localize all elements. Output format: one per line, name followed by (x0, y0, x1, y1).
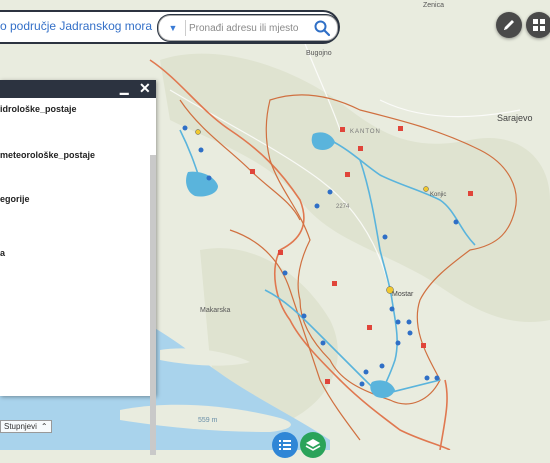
map-label-peak: 559 m (198, 417, 218, 424)
map-label-mostar: Mostar (392, 291, 414, 298)
station-marker-blue[interactable] (206, 175, 212, 181)
coordinate-status[interactable]: Stupnjevi ⌃ (0, 420, 52, 433)
layer-item[interactable]: a (0, 248, 5, 258)
layer-list-panel: ▁ ✕ idrološke_postaje meteorološke_posta… (0, 80, 156, 455)
map-label-sarajevo: Sarajevo (497, 113, 533, 123)
map-label-area: KANTON (350, 129, 381, 135)
station-marker-red[interactable] (345, 172, 350, 177)
search-separator (185, 20, 186, 36)
station-marker-red[interactable] (398, 126, 403, 131)
station-marker-blue[interactable] (453, 219, 459, 225)
station-marker-blue[interactable] (327, 189, 333, 195)
layers-icon (305, 439, 321, 451)
header-inner: o područje Jadranskog mora ▼ (0, 12, 338, 42)
station-marker-blue[interactable] (434, 375, 440, 381)
station-marker-blue[interactable] (198, 147, 204, 153)
station-marker-blue[interactable] (320, 340, 326, 346)
header-bar: o područje Jadranskog mora ▼ (0, 10, 340, 44)
station-marker-blue[interactable] (359, 381, 365, 387)
station-marker-blue[interactable] (407, 330, 413, 336)
map-label-konjic: Konjic (430, 192, 446, 198)
chevron-down-icon[interactable]: ▼ (163, 21, 183, 35)
apps-button[interactable] (526, 12, 550, 38)
station-marker-red[interactable] (340, 127, 345, 132)
station-marker-blue[interactable] (301, 313, 307, 319)
station-marker-yellow[interactable] (423, 186, 429, 192)
app-title: o područje Jadranskog mora (0, 19, 153, 33)
station-marker-blue[interactable] (389, 306, 395, 312)
station-marker-yellow[interactable] (195, 129, 201, 135)
station-marker-red[interactable] (421, 343, 426, 348)
search-input[interactable] (189, 20, 309, 36)
station-marker-blue[interactable] (395, 340, 401, 346)
station-marker-blue[interactable] (314, 203, 320, 209)
layer-item[interactable]: egorije (0, 194, 30, 204)
pencil-icon (504, 20, 514, 30)
map-label-elevation: 2274 (336, 204, 350, 210)
panel-scrollbar[interactable] (150, 155, 156, 455)
search-box[interactable]: ▼ (158, 15, 338, 41)
layers-button[interactable] (300, 432, 326, 458)
layer-item[interactable]: meteorološke_postaje (0, 150, 95, 160)
station-marker-blue[interactable] (382, 234, 388, 240)
station-marker-red[interactable] (332, 281, 337, 286)
minimize-icon[interactable]: ▁ (120, 82, 128, 95)
station-marker-blue[interactable] (182, 125, 188, 131)
list-icon (279, 440, 291, 450)
grid-icon (533, 19, 545, 31)
station-marker-red[interactable] (358, 146, 363, 151)
map-label-makarska: Makarska (200, 307, 230, 314)
panel-header: ▁ ✕ (0, 80, 156, 98)
map-label-bugojno: Bugojno (306, 50, 332, 57)
close-icon[interactable]: ✕ (139, 80, 151, 97)
legend-button[interactable] (272, 432, 298, 458)
station-marker-blue[interactable] (379, 363, 385, 369)
layer-item[interactable]: idrološke_postaje (0, 104, 77, 114)
station-marker-red[interactable] (367, 325, 372, 330)
station-marker-red[interactable] (250, 169, 255, 174)
chevron-up-icon: ⌃ (40, 422, 48, 431)
station-marker-blue[interactable] (424, 375, 430, 381)
map-label-zenica: Zenica (423, 2, 444, 9)
status-label: Stupnjevi (4, 422, 37, 431)
station-marker-blue[interactable] (363, 369, 369, 375)
station-marker-blue[interactable] (282, 270, 288, 276)
station-marker-red[interactable] (325, 379, 330, 384)
search-icon[interactable] (313, 19, 331, 37)
station-marker-blue[interactable] (406, 319, 412, 325)
edit-button[interactable] (496, 12, 522, 38)
station-marker-red[interactable] (278, 250, 283, 255)
station-marker-blue[interactable] (395, 319, 401, 325)
station-marker-red[interactable] (468, 191, 473, 196)
